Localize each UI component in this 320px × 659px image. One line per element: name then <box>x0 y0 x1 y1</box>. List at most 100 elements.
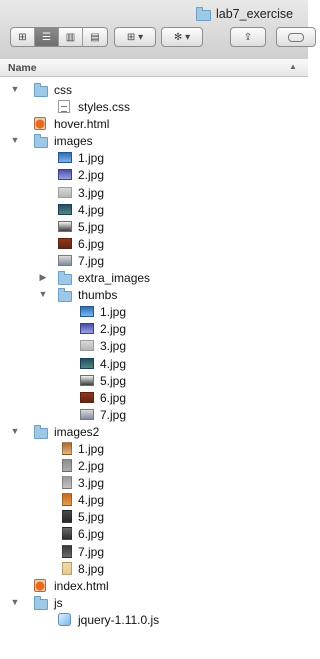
folder-row[interactable]: ▼ css <box>0 81 308 98</box>
file-row[interactable]: 3.jpg <box>0 337 308 354</box>
item-name: jquery-1.11.0.js <box>78 612 160 627</box>
item-name: index.html <box>54 578 109 593</box>
folder-row[interactable]: ▼ js <box>0 594 308 611</box>
item-name: extra_images <box>78 271 151 286</box>
file-row[interactable]: hover.html <box>0 115 308 132</box>
file-row[interactable]: 2.jpg <box>0 457 308 474</box>
image-thumbnail-icon <box>58 152 72 164</box>
disclosure-expanded-icon[interactable]: ▼ <box>10 135 20 145</box>
image-thumbnail-icon <box>62 493 72 507</box>
icon-view-button[interactable]: ⊞ <box>11 28 35 46</box>
folder-icon <box>58 288 72 303</box>
list-view-icon: ☰ <box>42 31 51 43</box>
file-row[interactable]: 1.jpg <box>0 440 308 457</box>
css-file-icon <box>58 100 70 114</box>
item-name: 1.jpg <box>78 151 105 166</box>
file-row[interactable]: 5.jpg <box>0 508 308 525</box>
coverflow-view-button[interactable]: ▤ <box>83 28 107 46</box>
image-thumbnail-icon <box>62 476 72 490</box>
image-thumbnail-icon <box>58 203 72 215</box>
item-name: 1.jpg <box>78 441 105 456</box>
disclosure-collapsed-icon[interactable]: ▶ <box>38 272 48 283</box>
file-row[interactable]: 1.jpg <box>0 303 308 320</box>
tag-button[interactable] <box>276 27 316 47</box>
gear-icon: ✻ ▾ <box>173 31 191 43</box>
column-view-icon: ▥ <box>65 31 76 43</box>
share-icon: ⇪ <box>243 31 253 43</box>
image-thumbnail-icon <box>58 237 72 249</box>
window-title-text: lab7_exercise <box>216 7 294 21</box>
file-row[interactable]: 7.jpg <box>0 543 308 560</box>
disclosure-expanded-icon[interactable]: ▼ <box>10 84 20 94</box>
folder-icon <box>34 424 48 439</box>
file-row[interactable]: 7.jpg <box>0 252 308 269</box>
file-row[interactable]: 5.jpg <box>0 372 308 389</box>
coverflow-view-icon: ▤ <box>90 31 100 43</box>
file-row[interactable]: 3.jpg <box>0 474 308 491</box>
image-thumbnail-icon <box>80 408 94 420</box>
item-name: 6.jpg <box>78 236 105 251</box>
column-view-button[interactable]: ▥ <box>59 28 83 46</box>
html-file-icon <box>34 578 46 592</box>
item-name: 3.jpg <box>78 476 105 491</box>
disclosure-expanded-icon[interactable]: ▼ <box>10 426 20 436</box>
image-thumbnail-icon <box>80 340 94 352</box>
folder-row[interactable]: ▼ images2 <box>0 423 308 440</box>
image-thumbnail-icon <box>62 459 72 473</box>
file-row[interactable]: styles.css <box>0 98 308 115</box>
window-title: lab7_exercise <box>196 6 293 22</box>
image-thumbnail-icon <box>58 220 72 232</box>
list-view-button[interactable]: ☰ <box>35 28 59 46</box>
item-name: images <box>54 134 93 149</box>
file-row[interactable]: 6.jpg <box>0 525 308 542</box>
item-name: 6.jpg <box>78 527 105 542</box>
folder-row[interactable]: ▼ thumbs <box>0 286 308 303</box>
file-row[interactable]: 7.jpg <box>0 406 308 423</box>
file-row[interactable]: 4.jpg <box>0 491 308 508</box>
column-header[interactable]: Name ▲ <box>0 59 308 77</box>
item-name: 5.jpg <box>78 219 105 234</box>
file-row[interactable]: jquery-1.11.0.js <box>0 611 308 628</box>
folder-row[interactable]: ▶ extra_images <box>0 269 308 286</box>
folder-row[interactable]: ▼ images <box>0 132 308 149</box>
file-row[interactable]: 5.jpg <box>0 218 308 235</box>
file-row[interactable]: 1.jpg <box>0 149 308 166</box>
item-name: 2.jpg <box>100 322 127 337</box>
file-row[interactable]: 4.jpg <box>0 201 308 218</box>
image-thumbnail-icon <box>62 544 72 558</box>
file-row[interactable]: 6.jpg <box>0 235 308 252</box>
action-button[interactable]: ✻ ▾ <box>161 27 203 47</box>
icon-view-icon: ⊞ <box>18 31 27 43</box>
image-thumbnail-icon <box>80 323 94 335</box>
item-name: styles.css <box>78 100 131 115</box>
file-row[interactable]: 2.jpg <box>0 320 308 337</box>
item-name: 7.jpg <box>78 544 105 559</box>
arrange-icon: ⊞ ▾ <box>126 31 144 43</box>
folder-icon <box>196 7 211 21</box>
html-file-icon <box>34 117 46 131</box>
image-thumbnail-icon <box>62 527 72 541</box>
item-name: 1.jpg <box>100 305 127 320</box>
item-name: 7.jpg <box>78 253 105 268</box>
folder-icon <box>34 595 48 610</box>
file-row[interactable]: 4.jpg <box>0 355 308 372</box>
disclosure-expanded-icon[interactable]: ▼ <box>38 289 48 299</box>
file-row[interactable]: 8.jpg <box>0 560 308 577</box>
item-name: 4.jpg <box>78 202 105 217</box>
item-name: 3.jpg <box>100 339 127 354</box>
file-row[interactable]: 2.jpg <box>0 166 308 183</box>
folder-icon <box>58 271 72 286</box>
arrange-button[interactable]: ⊞ ▾ <box>114 27 156 47</box>
image-thumbnail-icon <box>58 254 72 266</box>
tag-icon <box>288 32 304 42</box>
file-row[interactable]: index.html <box>0 577 308 594</box>
image-thumbnail-icon <box>80 374 94 386</box>
disclosure-expanded-icon[interactable]: ▼ <box>10 597 20 607</box>
image-thumbnail-icon <box>58 186 72 198</box>
folder-icon <box>34 83 48 97</box>
share-button[interactable]: ⇪ <box>230 27 266 47</box>
file-row[interactable]: 6.jpg <box>0 389 308 406</box>
name-column-header[interactable]: Name <box>8 62 37 74</box>
file-row[interactable]: 3.jpg <box>0 184 308 201</box>
item-name: images2 <box>54 424 100 439</box>
